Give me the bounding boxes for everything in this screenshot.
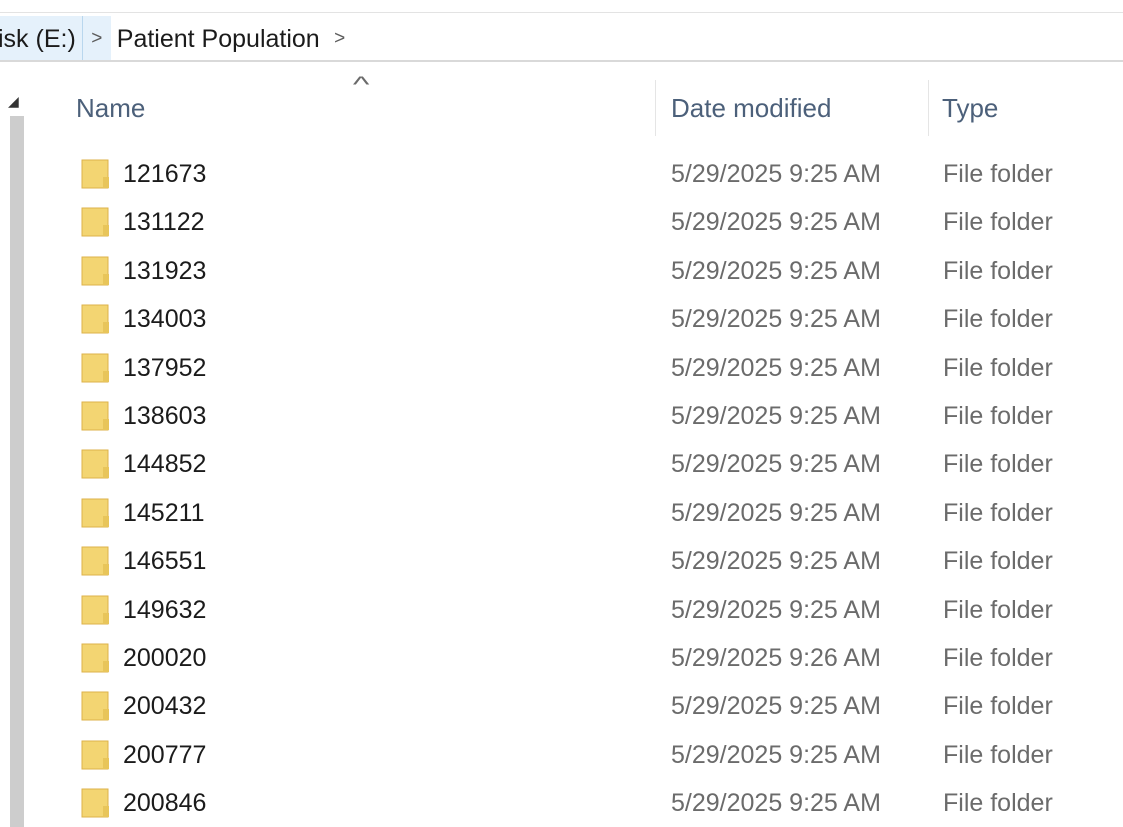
file-date-modified: 5/29/2025 9:25 AM: [671, 353, 881, 382]
folder-icon: [81, 449, 109, 479]
sort-ascending-icon: ^: [352, 72, 370, 97]
file-date-modified: 5/29/2025 9:25 AM: [671, 450, 881, 479]
file-type: File folder: [943, 256, 1053, 285]
file-date-modified: 5/29/2025 9:25 AM: [671, 401, 881, 430]
folder-icon: [81, 304, 109, 334]
column-resize-handle[interactable]: [928, 80, 929, 136]
nav-pane-scrollbar[interactable]: [10, 116, 24, 827]
file-name: 200777: [123, 740, 207, 769]
file-type: File folder: [943, 160, 1053, 188]
folder-icon: [81, 595, 109, 625]
file-date-modified: 5/29/2025 9:25 AM: [671, 208, 881, 237]
top-border: [0, 12, 1123, 13]
file-name: 200846: [123, 789, 207, 818]
table-row[interactable]: 200432 5/29/2025 9:25 AM File folder: [40, 682, 1123, 730]
breadcrumb-drive-label: isk (E:): [0, 24, 76, 53]
file-type: File folder: [943, 353, 1053, 382]
breadcrumb-drive[interactable]: isk (E:): [0, 16, 82, 62]
nav-pane-scroll-arrow-icon[interactable]: ◢: [8, 93, 19, 110]
file-name: 138603: [123, 401, 207, 430]
file-name: 145211: [123, 498, 205, 527]
folder-icon: [81, 256, 109, 286]
table-row[interactable]: 137952 5/29/2025 9:25 AM File folder: [40, 344, 1123, 392]
file-name: 200020: [123, 643, 207, 672]
file-type: File folder: [943, 305, 1053, 334]
file-name: 134003: [123, 305, 207, 334]
folder-icon: [81, 740, 109, 770]
file-name: 131923: [123, 256, 207, 285]
file-date-modified: 5/29/2025 9:25 AM: [671, 692, 881, 721]
table-row[interactable]: 144852 5/29/2025 9:25 AM File folder: [40, 440, 1123, 488]
file-name: 121673: [123, 160, 207, 188]
folder-icon: [81, 207, 109, 237]
file-name: 144852: [123, 450, 207, 479]
table-row[interactable]: 131122 5/29/2025 9:25 AM File folder: [40, 198, 1123, 246]
file-name: 200432: [123, 692, 207, 721]
file-date-modified: 5/29/2025 9:25 AM: [671, 305, 881, 334]
file-explorer-window: isk (E:) > Patient Population > ◢ ^ Name…: [0, 0, 1123, 827]
folder-icon: [81, 691, 109, 721]
folder-icon: [81, 643, 109, 673]
column-header-type[interactable]: Type: [942, 80, 998, 136]
file-type: File folder: [943, 450, 1053, 479]
column-header-name[interactable]: Name: [76, 80, 145, 136]
folder-icon: [81, 498, 109, 528]
column-header-date-modified[interactable]: Date modified: [671, 80, 831, 136]
folder-icon: [81, 546, 109, 576]
file-date-modified: 5/29/2025 9:25 AM: [671, 740, 881, 769]
file-type: File folder: [943, 595, 1053, 624]
breadcrumb-chevron-icon[interactable]: >: [81, 16, 111, 62]
folder-icon: [81, 401, 109, 431]
table-row[interactable]: 138603 5/29/2025 9:25 AM File folder: [40, 392, 1123, 440]
table-row[interactable]: 200846 5/29/2025 9:25 AM File folder: [40, 779, 1123, 827]
table-row[interactable]: 200777 5/29/2025 9:25 AM File folder: [40, 731, 1123, 779]
file-date-modified: 5/29/2025 9:25 AM: [671, 160, 881, 188]
table-row[interactable]: 131923 5/29/2025 9:25 AM File folder: [40, 247, 1123, 295]
file-date-modified: 5/29/2025 9:25 AM: [671, 498, 881, 527]
breadcrumb-chevron-icon[interactable]: >: [326, 16, 354, 62]
table-row[interactable]: 134003 5/29/2025 9:25 AM File folder: [40, 295, 1123, 343]
breadcrumb-current-folder[interactable]: Patient Population: [111, 25, 326, 54]
table-row[interactable]: 145211 5/29/2025 9:25 AM File folder: [40, 489, 1123, 537]
table-row[interactable]: 146551 5/29/2025 9:25 AM File folder: [40, 537, 1123, 585]
file-date-modified: 5/29/2025 9:25 AM: [671, 789, 881, 818]
address-bar-divider: [0, 60, 1123, 62]
file-list: 121673 5/29/2025 9:25 AM File folder 131…: [40, 150, 1123, 827]
file-type: File folder: [943, 208, 1053, 237]
file-name: 149632: [123, 595, 207, 624]
column-resize-handle[interactable]: [655, 80, 656, 136]
file-date-modified: 5/29/2025 9:25 AM: [671, 256, 881, 285]
folder-icon: [81, 788, 109, 818]
file-type: File folder: [943, 547, 1053, 576]
file-name: 137952: [123, 353, 207, 382]
column-header-row: ^ Name Date modified Type: [40, 72, 1123, 136]
file-name: 131122: [123, 208, 205, 237]
table-row[interactable]: 200020 5/29/2025 9:26 AM File folder: [40, 634, 1123, 682]
table-row[interactable]: 121673 5/29/2025 9:25 AM File folder: [40, 150, 1123, 198]
folder-icon: [81, 159, 109, 189]
file-type: File folder: [943, 692, 1053, 721]
file-type: File folder: [943, 643, 1053, 672]
table-row[interactable]: 149632 5/29/2025 9:25 AM File folder: [40, 586, 1123, 634]
file-type: File folder: [943, 789, 1053, 818]
file-name: 146551: [123, 547, 207, 576]
file-type: File folder: [943, 740, 1053, 769]
file-date-modified: 5/29/2025 9:25 AM: [671, 547, 881, 576]
file-type: File folder: [943, 498, 1053, 527]
file-type: File folder: [943, 401, 1053, 430]
address-bar[interactable]: isk (E:) > Patient Population >: [0, 16, 1123, 62]
file-date-modified: 5/29/2025 9:26 AM: [671, 643, 881, 672]
file-date-modified: 5/29/2025 9:25 AM: [671, 595, 881, 624]
folder-icon: [81, 353, 109, 383]
